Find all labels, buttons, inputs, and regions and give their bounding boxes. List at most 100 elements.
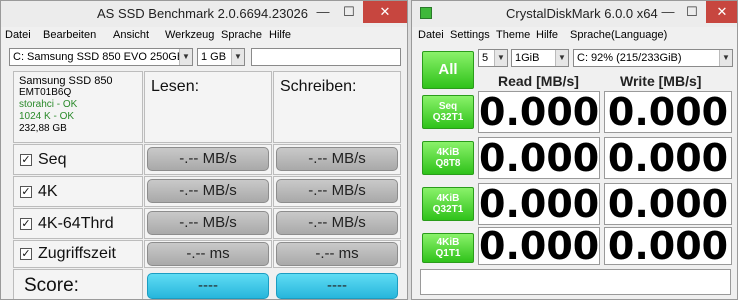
test-name-line1: 4KiB bbox=[436, 147, 460, 158]
drive-select[interactable]: C: Samsung SSD 850 EVO 250GB ▼ bbox=[9, 48, 193, 66]
write-column-header: Write [MB/s] bbox=[620, 73, 702, 89]
seq-q32t1-write: 0.000 bbox=[604, 91, 732, 133]
menu-ansicht[interactable]: Ansicht bbox=[113, 29, 149, 41]
as-ssd-title: AS SSD Benchmark 2.0.6694.23026 bbox=[97, 6, 309, 21]
row-seq-label-cell: ✓ Seq bbox=[13, 144, 143, 175]
size-select-value: 1 GB bbox=[201, 51, 227, 63]
menu-hilfe[interactable]: Hilfe bbox=[269, 29, 291, 41]
cdm-title: CrystalDiskMark 6.0.0 x64 bbox=[506, 6, 658, 21]
close-button[interactable]: ✕ bbox=[363, 1, 407, 23]
test-name-line1: 4KiB bbox=[436, 193, 460, 204]
read-column-header: Lesen: bbox=[151, 78, 200, 95]
as-ssd-menubar: Datei Bearbeiten Ansicht Werkzeug Sprach… bbox=[1, 27, 407, 45]
4k-q8t8-read: 0.000 bbox=[478, 136, 600, 180]
4k-q8t8-write: 0.000 bbox=[604, 137, 732, 179]
chevron-down-icon: ▼ bbox=[179, 49, 192, 65]
4k-q1t1-write: 0.000 bbox=[604, 227, 732, 265]
seq-write-result: -.-- MB/s bbox=[276, 147, 398, 171]
minimize-button[interactable]: — bbox=[656, 1, 680, 23]
count-select[interactable]: 5 ▼ bbox=[478, 49, 508, 67]
app-icon bbox=[420, 7, 432, 19]
cdm-titlebar[interactable]: CrystalDiskMark 6.0.0 x64 — ☐ ✕ bbox=[412, 1, 737, 27]
close-button[interactable]: ✕ bbox=[706, 1, 737, 23]
row-4k64-label[interactable]: ✓ 4K-64Thrd bbox=[20, 215, 114, 233]
score-read: ---- bbox=[147, 273, 269, 299]
menu-datei[interactable]: Datei bbox=[5, 29, 31, 41]
menu-werkzeug[interactable]: Werkzeug bbox=[165, 29, 214, 41]
score-label: Score: bbox=[24, 275, 79, 296]
menu-settings[interactable]: Settings bbox=[450, 29, 490, 41]
write-column-header: Schreiben: bbox=[280, 78, 357, 95]
test-name-line2: Q1T1 bbox=[435, 248, 461, 259]
row-access-label-cell: ✓ Zugriffszeit bbox=[13, 240, 143, 268]
score-write: ---- bbox=[276, 273, 398, 299]
drive-select[interactable]: C: 92% (215/233GiB) ▼ bbox=[573, 49, 733, 67]
row-label-text: 4K-64Thrd bbox=[38, 215, 114, 232]
all-button[interactable]: All bbox=[422, 51, 474, 89]
checkbox-checked-icon[interactable]: ✓ bbox=[20, 154, 32, 166]
menu-datei[interactable]: Datei bbox=[418, 29, 444, 41]
row-access-label[interactable]: ✓ Zugriffszeit bbox=[20, 245, 116, 263]
write-header-cell: Schreiben: bbox=[273, 71, 401, 143]
checkbox-checked-icon[interactable]: ✓ bbox=[20, 186, 32, 198]
row-label-text: Zugriffszeit bbox=[38, 245, 116, 262]
row-label-text: 4K bbox=[38, 183, 58, 200]
4k-q32t1-read: 0.000 bbox=[478, 182, 600, 226]
4k64-read-result: -.-- MB/s bbox=[147, 211, 269, 235]
4k-q1t1-button[interactable]: 4KiB Q1T1 bbox=[422, 233, 474, 263]
4k-read-result: -.-- MB/s bbox=[147, 179, 269, 203]
drive-model: Samsung SSD 850 bbox=[19, 75, 113, 87]
4k-q32t1-button[interactable]: 4KiB Q32T1 bbox=[422, 187, 474, 221]
alignment-status: 1024 K - OK bbox=[19, 111, 75, 122]
access-write-result: -.-- ms bbox=[276, 242, 398, 266]
size-select[interactable]: 1GiB ▼ bbox=[511, 49, 569, 67]
maximize-button[interactable]: ☐ bbox=[337, 1, 361, 23]
chevron-down-icon: ▼ bbox=[719, 50, 732, 66]
row-seq-label[interactable]: ✓ Seq bbox=[20, 151, 66, 169]
4k-q1t1-read: 0.000 bbox=[478, 224, 600, 268]
read-header-cell: Lesen: bbox=[144, 71, 272, 143]
test-name-line2: Q32T1 bbox=[432, 112, 464, 123]
drive-capacity: 232,88 GB bbox=[19, 123, 67, 134]
minimize-button[interactable]: — bbox=[311, 1, 335, 23]
menu-hilfe[interactable]: Hilfe bbox=[536, 29, 558, 41]
score-label-cell: Score: bbox=[13, 269, 143, 299]
menu-bearbeiten[interactable]: Bearbeiten bbox=[43, 29, 96, 41]
comment-field[interactable] bbox=[420, 269, 731, 295]
crystaldiskmark-window: CrystalDiskMark 6.0.0 x64 — ☐ ✕ Datei Se… bbox=[411, 0, 738, 300]
access-read-result: -.-- ms bbox=[147, 242, 269, 266]
maximize-button[interactable]: ☐ bbox=[680, 1, 704, 23]
as-ssd-titlebar[interactable]: AS SSD Benchmark 2.0.6694.23026 — ☐ ✕ bbox=[1, 1, 407, 27]
chevron-down-icon: ▼ bbox=[494, 50, 507, 66]
drive-firmware: EMT01B6Q bbox=[19, 87, 72, 98]
cdm-menubar: Datei Settings Theme Hilfe Sprache(Langu… bbox=[412, 27, 737, 45]
4k-q32t1-write: 0.000 bbox=[604, 183, 732, 225]
row-label-text: Seq bbox=[38, 151, 67, 168]
checkbox-checked-icon[interactable]: ✓ bbox=[20, 218, 32, 230]
checkbox-checked-icon[interactable]: ✓ bbox=[20, 248, 32, 260]
chevron-down-icon: ▼ bbox=[555, 50, 568, 66]
4k-write-result: -.-- MB/s bbox=[276, 179, 398, 203]
seq-q32t1-button[interactable]: Seq Q32T1 bbox=[422, 95, 474, 129]
test-name-line1: 4KiB bbox=[436, 237, 460, 248]
menu-sprache[interactable]: Sprache bbox=[221, 29, 262, 41]
4k-q8t8-button[interactable]: 4KiB Q8T8 bbox=[422, 141, 474, 175]
test-name-line1: Seq bbox=[438, 101, 458, 112]
test-name-line2: Q32T1 bbox=[432, 204, 464, 215]
row-4k-label-cell: ✓ 4K bbox=[13, 176, 143, 207]
4k64-write-result: -.-- MB/s bbox=[276, 211, 398, 235]
chevron-down-icon: ▼ bbox=[231, 49, 244, 65]
menu-theme[interactable]: Theme bbox=[496, 29, 530, 41]
test-name-line2: Q8T8 bbox=[435, 158, 461, 169]
size-select[interactable]: 1 GB ▼ bbox=[197, 48, 245, 66]
menu-language[interactable]: Sprache(Language) bbox=[570, 29, 667, 41]
seq-read-result: -.-- MB/s bbox=[147, 147, 269, 171]
drive-info-panel: Samsung SSD 850 EMT01B6Q storahci - OK 1… bbox=[13, 71, 143, 143]
drive-select-value: C: Samsung SSD 850 EVO 250GB bbox=[13, 51, 185, 63]
count-select-value: 5 bbox=[482, 52, 489, 64]
driver-status: storahci - OK bbox=[19, 99, 78, 110]
size-select-value: 1GiB bbox=[515, 52, 540, 64]
row-4k-label[interactable]: ✓ 4K bbox=[20, 183, 58, 201]
path-field[interactable] bbox=[251, 48, 401, 66]
row-4k64-label-cell: ✓ 4K-64Thrd bbox=[13, 208, 143, 239]
